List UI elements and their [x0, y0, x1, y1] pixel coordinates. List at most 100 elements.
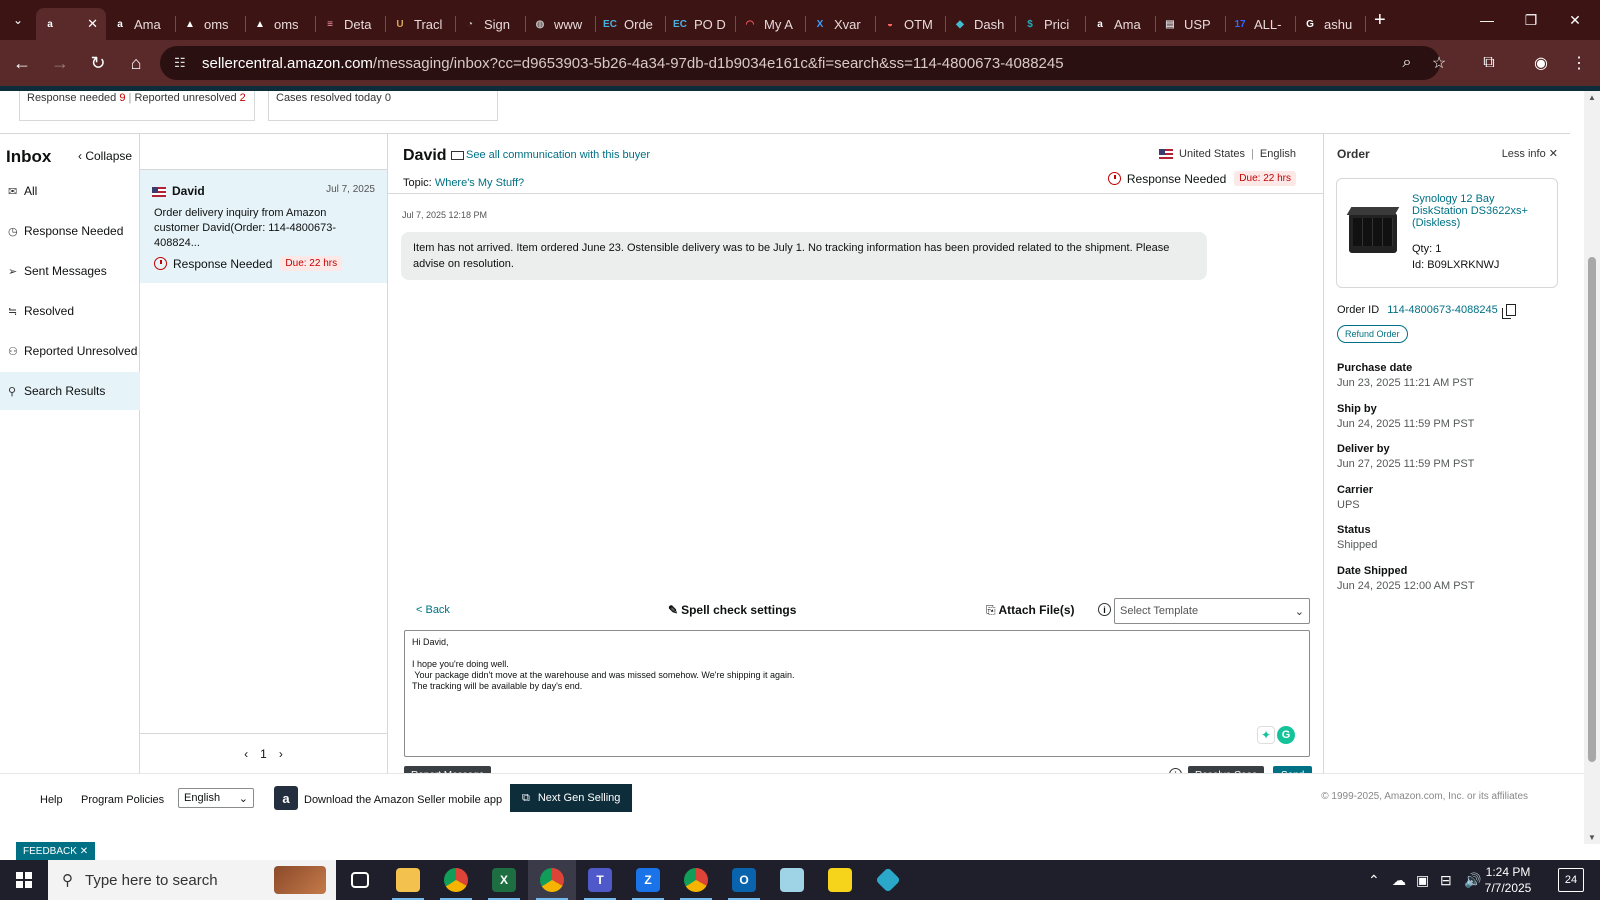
topic-link[interactable]: Where's My Stuff? — [435, 177, 524, 189]
messaging-page: Response needed 9 | Reported unresolved … — [0, 91, 1584, 844]
browser-menu-icon[interactable]: ⋮ — [1564, 48, 1594, 78]
zoho-icon[interactable]: Z — [624, 860, 672, 900]
attach-files-button[interactable]: ⎘ Attach File(s) — [986, 603, 1075, 618]
app-diamond-icon[interactable] — [864, 860, 912, 900]
home-icon[interactable]: ⌂ — [118, 45, 154, 81]
prev-page-icon[interactable]: ‹ — [244, 747, 248, 761]
reply-textarea[interactable]: Hi David, I hope you're doing well. Your… — [404, 630, 1310, 757]
stat-count-cases-resolved: 0 — [384, 92, 391, 104]
conversation-card[interactable]: David Jul 7, 2025 Order delivery inquiry… — [140, 169, 387, 283]
lightbulb-icon[interactable]: ✦ — [1257, 726, 1275, 744]
page-scrollbar[interactable]: ▲ ▼ — [1584, 91, 1600, 844]
notifications-icon[interactable]: 24 — [1558, 868, 1584, 892]
order-id-link[interactable]: 114-4800673-4088245 — [1387, 304, 1498, 316]
browser-tab[interactable]: ◍ www — [526, 8, 596, 40]
scrollbar-thumb[interactable] — [1588, 257, 1596, 762]
network-icon[interactable]: ⊟ — [1440, 860, 1452, 900]
seller-app-link[interactable]: Download the Amazon Seller mobile app — [304, 794, 502, 806]
new-tab-button[interactable]: + — [1374, 9, 1386, 32]
browser-tab[interactable]: Gashu — [1296, 8, 1366, 40]
chrome-active-icon[interactable] — [528, 860, 576, 900]
product-title-link[interactable]: Synology 12 Bay DiskStation DS3622xs+ (D… — [1412, 193, 1552, 229]
language-select[interactable]: English ⌄ — [178, 788, 254, 808]
browser-tab[interactable]: EC Orde — [596, 8, 666, 40]
sidebar-item-response-needed[interactable]: ◷ Response Needed — [0, 212, 140, 250]
scroll-up-icon[interactable]: ▲ — [1588, 93, 1596, 102]
teams-icon[interactable]: T — [576, 860, 624, 900]
file-explorer-icon[interactable] — [384, 860, 432, 900]
reload-icon[interactable]: ↻ — [80, 45, 116, 81]
forward-arrow-icon[interactable]: → — [42, 45, 78, 81]
browser-tab[interactable]: ▲ oms — [246, 8, 316, 40]
browser-tab[interactable]: ◠ My A — [736, 8, 806, 40]
onedrive-icon[interactable]: ☁ — [1392, 860, 1406, 900]
profile-icon[interactable]: ◉ — [1526, 48, 1556, 78]
next-gen-selling-button[interactable]: ⧉ Next Gen Selling — [510, 784, 633, 812]
next-page-icon[interactable]: › — [279, 747, 283, 761]
copy-icon[interactable] — [1501, 304, 1516, 319]
browser-tab[interactable]: a Ama — [106, 8, 176, 40]
taskbar-search[interactable]: ⚲ Type here to search — [48, 860, 336, 900]
task-view-icon[interactable] — [336, 860, 384, 900]
grammarly-icon[interactable]: G — [1277, 726, 1295, 744]
security-icon[interactable]: ▣ — [1416, 860, 1429, 900]
amazon-app-icon[interactable]: a — [274, 786, 298, 810]
page-number[interactable]: 1 — [260, 747, 267, 761]
outlook-icon[interactable]: O — [720, 860, 768, 900]
info-icon[interactable]: i — [1098, 603, 1111, 616]
minimize-button[interactable]: — — [1464, 0, 1510, 40]
spell-check-settings-button[interactable]: ✎ Spell check settings — [668, 603, 796, 617]
excel-icon[interactable]: X — [480, 860, 528, 900]
program-policies-link[interactable]: Program Policies — [81, 794, 164, 806]
browser-tab[interactable]: ◔ Sign — [456, 8, 526, 40]
see-all-communication-link[interactable]: See all communication with this buyer — [451, 149, 650, 161]
browser-tab[interactable]: U Tracl — [386, 8, 456, 40]
start-button[interactable] — [0, 860, 48, 900]
sidebar-item-sent-messages[interactable]: ➢ Sent Messages — [0, 252, 140, 290]
grammarly-widget[interactable]: ✦ G — [1257, 726, 1295, 744]
tab-label: ALL- — [1254, 16, 1282, 32]
browser-tab[interactable]: ◆ Dash — [946, 8, 1016, 40]
sidebar-item-all[interactable]: ✉ All — [0, 172, 140, 210]
browser-tab[interactable]: $ Prici — [1016, 8, 1086, 40]
browser-tab[interactable]: a Ama — [1086, 8, 1156, 40]
site-info-icon[interactable]: ☷ — [174, 55, 190, 71]
taskbar-clock[interactable]: 1:24 PM 7/7/2025 — [1468, 864, 1548, 896]
tab-search-button[interactable]: ⌄ — [0, 0, 36, 40]
show-hidden-icons[interactable]: ⌃ — [1368, 860, 1380, 900]
browser-tab[interactable]: ◒ OTM — [876, 8, 946, 40]
template-select[interactable]: Select Template ⌄ — [1114, 598, 1310, 624]
bookmark-star-icon[interactable]: ☆ — [1424, 48, 1454, 78]
feedback-button[interactable]: FEEDBACK ✕ — [16, 842, 96, 860]
browser-tab[interactable]: EC PO D — [666, 8, 736, 40]
close-window-button[interactable]: ✕ — [1552, 0, 1598, 40]
browser-tab[interactable]: 17 ALL- — [1226, 8, 1296, 40]
back-arrow-icon[interactable]: ← — [4, 45, 40, 81]
stat-count-response-needed[interactable]: 9 — [119, 92, 125, 104]
zoom-icon[interactable]: ⌕ — [1392, 48, 1422, 78]
extensions-icon[interactable]: ⧉ — [1474, 48, 1504, 78]
less-info-button[interactable]: Less info ✕ — [1502, 147, 1558, 160]
address-bar[interactable]: ☷ sellercentral.amazon.com/messaging/inb… — [160, 46, 1440, 80]
chrome-icon[interactable] — [432, 860, 480, 900]
collapse-button[interactable]: ‹ Collapse — [78, 149, 132, 163]
browser-tab[interactable]: X Xvar — [806, 8, 876, 40]
chrome-profile-icon[interactable] — [672, 860, 720, 900]
restore-button[interactable]: ❐ — [1508, 0, 1554, 40]
refund-order-button[interactable]: Refund Order — [1337, 325, 1408, 343]
back-link[interactable]: < Back — [416, 604, 450, 616]
sticky-notes-icon[interactable] — [816, 860, 864, 900]
notepad-icon[interactable] — [768, 860, 816, 900]
browser-tab[interactable]: ▤ USP — [1156, 8, 1226, 40]
close-tab-icon[interactable]: ✕ — [87, 16, 98, 32]
browser-tab[interactable]: ▲ oms — [176, 8, 246, 40]
browser-tab[interactable]: a ✕ — [36, 8, 106, 40]
close-icon[interactable]: ✕ — [80, 846, 88, 857]
sidebar-item-reported-unresolved[interactable]: ⚇ Reported Unresolved — [0, 332, 140, 370]
sidebar-item-resolved[interactable]: ≒ Resolved — [0, 292, 140, 330]
scroll-down-icon[interactable]: ▼ — [1588, 833, 1596, 842]
stat-count-reported-unresolved[interactable]: 2 — [240, 92, 246, 104]
sidebar-item-search-results[interactable]: ⚲ Search Results — [0, 372, 140, 410]
browser-tab[interactable]: ≡ Deta — [316, 8, 386, 40]
help-link[interactable]: Help — [40, 794, 63, 806]
